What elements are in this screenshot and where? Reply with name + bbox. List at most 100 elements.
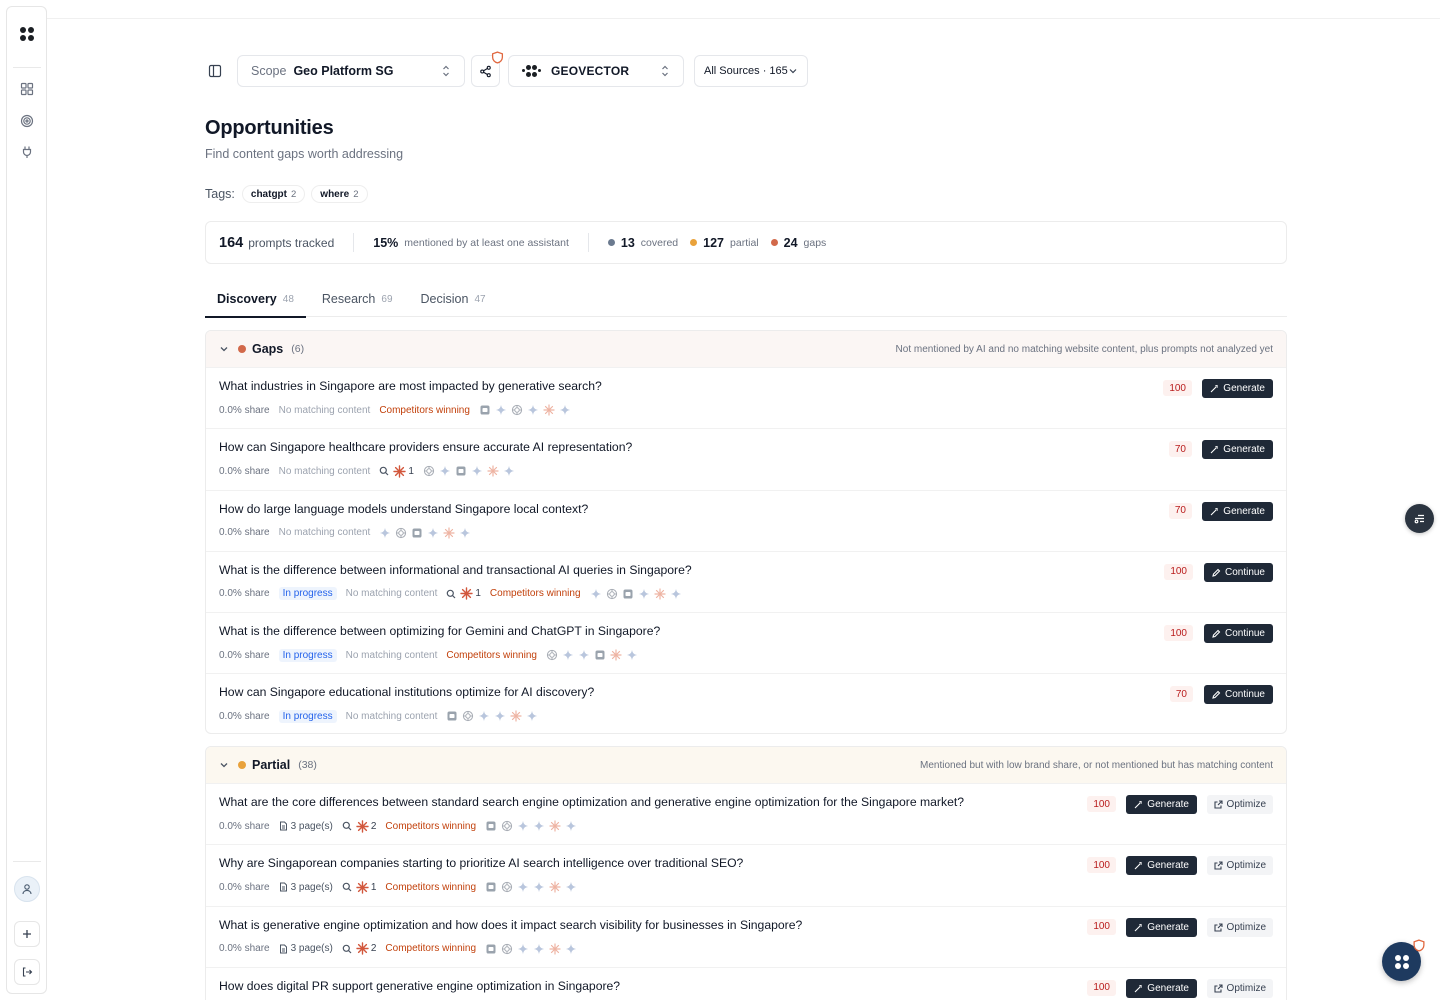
logout-icon[interactable] [14, 959, 40, 985]
no-matching-content: No matching content [345, 649, 438, 661]
assistant-icons [379, 526, 475, 539]
generate-button[interactable]: Generate [1126, 795, 1197, 814]
optimize-button[interactable]: Optimize [1206, 917, 1273, 937]
button-label: Generate [1147, 860, 1189, 872]
assistant-square-icon [455, 465, 467, 477]
generate-button[interactable]: Generate [1126, 856, 1197, 876]
partial-group-header[interactable]: Partial (38) Mentioned but with low bran… [206, 747, 1286, 783]
button-label: Continue [1224, 566, 1265, 578]
sparkle-icon [517, 943, 529, 955]
sparkle-icon [478, 710, 490, 722]
tag-chatgpt[interactable]: chatgpt 2 [241, 185, 306, 203]
covered-label: covered [640, 236, 679, 249]
tag-where[interactable]: where 2 [311, 185, 368, 203]
scope-selector[interactable]: Scope Geo Platform SG [237, 55, 465, 87]
chevron-down-icon[interactable] [219, 344, 229, 354]
opportunity-row[interactable]: Why are Singaporean companies starting t… [206, 844, 1286, 905]
external-link-icon [1213, 861, 1223, 870]
sparkle-icon [578, 649, 590, 661]
in-progress-badge: In progress [278, 648, 337, 662]
magic-wand-icon [1134, 862, 1143, 870]
tab-research[interactable]: Research 69 [310, 287, 405, 317]
left-rail [6, 6, 47, 994]
button-label: Generate [1147, 921, 1189, 933]
prompt-question: How can Singapore educational institutio… [219, 685, 595, 700]
sparkle-icon [670, 588, 682, 600]
tab-label: Decision [420, 292, 469, 306]
sparkle-icon [379, 527, 391, 539]
sources-filter[interactable]: All Sources · 165 [694, 55, 808, 87]
tab-discovery[interactable]: Discovery 48 [205, 287, 306, 318]
continue-button[interactable]: Continue [1203, 685, 1273, 705]
claude-burst-icon [356, 942, 369, 955]
dashboard-grid-icon[interactable] [20, 82, 34, 96]
openai-knot-icon [501, 943, 513, 955]
opportunity-row[interactable]: How can Singapore healthcare providers e… [206, 428, 1286, 489]
competitor-rank: 1 [460, 587, 481, 601]
optimize-button[interactable]: Optimize [1206, 795, 1273, 814]
generate-button[interactable]: Generate [1126, 917, 1197, 937]
plug-icon[interactable] [20, 145, 34, 159]
rank-value: 2 [370, 943, 377, 955]
claude-burst-icon [443, 526, 455, 539]
assistant-launcher-button[interactable] [1382, 939, 1425, 981]
target-icon[interactable] [20, 114, 34, 128]
app-logo-icon[interactable] [19, 26, 35, 42]
button-label: Generate [1223, 383, 1265, 394]
prompts-tracked-count: 164 [219, 234, 244, 251]
share-button[interactable] [471, 51, 504, 87]
priority-score: 70 [1169, 686, 1193, 703]
brand-selector[interactable]: GEOVECTOR [508, 55, 684, 87]
sidebar-toggle-icon[interactable] [200, 56, 230, 86]
opportunity-row[interactable]: How do large language models understand … [206, 489, 1286, 551]
external-link-icon [1213, 984, 1223, 993]
row-meta: 0.0% share 3 page(s) 1 Competitors winning [219, 879, 1273, 895]
covered-dot [607, 239, 615, 246]
add-icon[interactable] [14, 921, 40, 947]
pages-count: 3 page(s) [290, 943, 333, 955]
sparkle-icon [533, 943, 545, 955]
brand-name: GEOVECTOR [551, 64, 630, 78]
generate-button[interactable]: Generate [1202, 501, 1273, 521]
generate-button[interactable]: Generate [1126, 978, 1197, 998]
assistant-icons [423, 465, 519, 477]
openai-knot-icon [606, 588, 618, 600]
claude-burst-icon [610, 649, 622, 661]
opportunity-row[interactable]: What are the core differences between st… [206, 783, 1286, 844]
opportunity-row[interactable]: What is the difference between optimizin… [206, 612, 1286, 673]
prompt-question: How can Singapore healthcare providers e… [219, 440, 633, 455]
openai-knot-icon [501, 881, 513, 893]
share-value: 0.0% share [219, 404, 270, 416]
filter-panel-button[interactable] [1405, 504, 1434, 533]
priority-score: 70 [1168, 502, 1192, 519]
gaps-group: Gaps (6) Not mentioned by AI and no matc… [205, 330, 1287, 734]
partial-count: 127 [703, 235, 725, 250]
chevron-down-icon[interactable] [219, 760, 229, 770]
tag-count: 2 [291, 188, 297, 200]
opportunity-row[interactable]: What industries in Singapore are most im… [206, 367, 1286, 428]
group-name: Partial [252, 758, 291, 772]
opportunity-row[interactable]: How can Singapore educational institutio… [206, 673, 1286, 733]
assistant-icons [485, 881, 581, 893]
magic-wand-icon [1210, 446, 1219, 454]
sparkle-icon [533, 820, 545, 832]
stats-summary: 164 prompts tracked 15% mentioned by at … [205, 221, 1287, 264]
opportunity-row[interactable]: How does digital PR support generative e… [206, 966, 1286, 1000]
optimize-button[interactable]: Optimize [1206, 856, 1273, 876]
generate-button[interactable]: Generate [1202, 379, 1273, 398]
competitors-winning: Competitors winning [446, 649, 537, 661]
competitor-rank: 1 [393, 465, 414, 478]
opportunity-row[interactable]: What is generative engine optimization a… [206, 905, 1286, 967]
user-avatar[interactable] [14, 876, 40, 902]
external-link-icon [1213, 800, 1223, 809]
optimize-button[interactable]: Optimize [1206, 978, 1273, 998]
generate-button[interactable]: Generate [1202, 440, 1273, 460]
gaps-group-header[interactable]: Gaps (6) Not mentioned by AI and no matc… [206, 331, 1286, 367]
continue-button[interactable]: Continue [1203, 624, 1273, 644]
opportunity-row[interactable]: What is the difference between informati… [206, 550, 1286, 612]
stat-divider [587, 233, 589, 252]
tab-decision[interactable]: Decision 47 [409, 287, 498, 317]
assistant-logo-icon [1394, 954, 1409, 969]
continue-button[interactable]: Continue [1203, 562, 1273, 582]
assistant-square-icon [446, 710, 458, 722]
